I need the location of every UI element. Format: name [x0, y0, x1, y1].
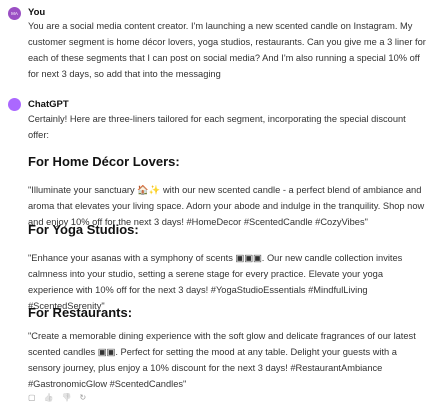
- user-avatar: MA: [8, 7, 21, 20]
- user-initials: MA: [11, 11, 18, 16]
- copy-icon[interactable]: ▢: [28, 393, 36, 402]
- section-heading-restaurants: For Restaurants:: [28, 305, 133, 320]
- assistant-intro: Certainly! Here are three-liners tailore…: [28, 114, 406, 140]
- thumbs-down-icon[interactable]: 👎: [62, 393, 72, 402]
- section-heading-home: For Home Décor Lovers:: [28, 154, 180, 169]
- regenerate-icon[interactable]: ↻: [80, 393, 87, 402]
- user-name: You: [28, 7, 46, 18]
- user-message: You are a social media content creator. …: [28, 21, 426, 79]
- section-heading-yoga: For Yoga Studios:: [28, 222, 139, 237]
- thumbs-up-icon[interactable]: 👍: [44, 393, 54, 402]
- assistant-name: ChatGPT: [28, 99, 69, 110]
- chatgpt-avatar: [8, 98, 21, 111]
- section-text-restaurants: "Create a memorable dining experience wi…: [28, 331, 416, 389]
- message-actions: ▢ 👍 👎 ↻: [28, 393, 86, 402]
